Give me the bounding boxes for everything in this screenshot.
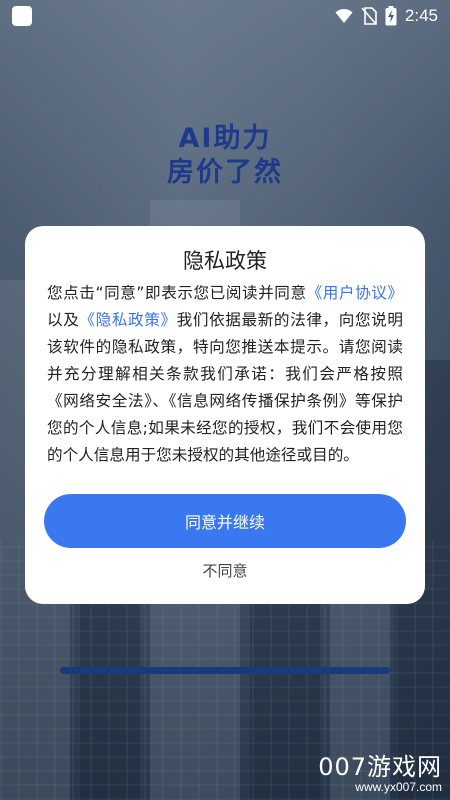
watermark-brand: 007游戏网 bbox=[318, 753, 442, 781]
watermark-url: www.yx007.com bbox=[355, 780, 442, 794]
body-text: 我们依据最新的法律，向您说明该软件的隐私政策，特向您推送本提示。请您阅读并充分理… bbox=[47, 311, 403, 464]
no-sim-icon bbox=[361, 7, 377, 25]
loading-bar bbox=[60, 667, 390, 674]
agree-continue-button[interactable]: 同意并继续 bbox=[44, 494, 406, 548]
hero-line-1: AI助力 bbox=[178, 123, 272, 154]
disagree-button[interactable]: 不同意 bbox=[25, 560, 425, 581]
hero-line-2: 房价了然 bbox=[167, 157, 283, 188]
privacy-policy-link[interactable]: 《隐私政策》 bbox=[79, 311, 176, 329]
loading-bar-fill bbox=[60, 667, 390, 674]
wifi-icon bbox=[335, 8, 353, 23]
privacy-dialog: 隐私政策 您点击“同意”即表示您已阅读并同意《用户协议》以及《隐私政策》我们依据… bbox=[25, 226, 425, 604]
hero-slogan: AI助力 房价了然 bbox=[0, 122, 450, 190]
body-intro: 您点击“同意”即表示您已阅读并同意 bbox=[47, 284, 307, 302]
watermark: 007游戏网 www.yx007.com bbox=[318, 754, 442, 794]
user-agreement-link[interactable]: 《用户协议》 bbox=[307, 284, 403, 302]
body-conjunction: 以及 bbox=[47, 311, 80, 329]
battery-charging-icon bbox=[385, 6, 397, 26]
dialog-title: 隐私政策 bbox=[183, 249, 267, 273]
dialog-body: 您点击“同意”即表示您已阅读并同意《用户协议》以及《隐私政策》我们依据最新的法律… bbox=[47, 280, 403, 469]
clock: 2:45 bbox=[404, 6, 438, 25]
status-icons: 2:45 bbox=[335, 6, 438, 26]
app-icon bbox=[12, 6, 32, 26]
status-bar: 2:45 bbox=[0, 0, 450, 32]
